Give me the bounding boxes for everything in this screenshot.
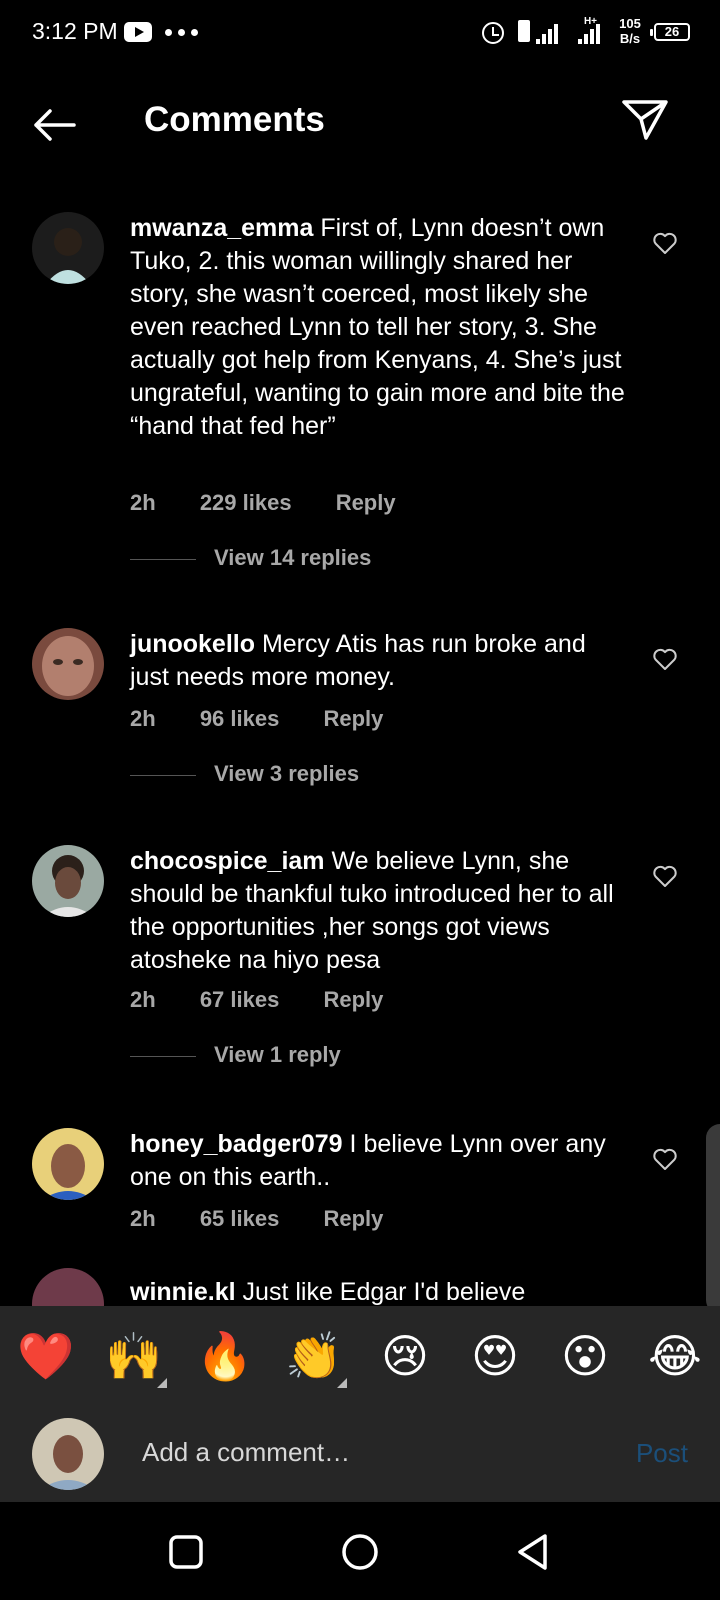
comment-time: 2h xyxy=(130,706,156,731)
page-title: Comments xyxy=(144,100,325,139)
reply-button[interactable]: Reply xyxy=(323,1206,383,1231)
emoji-bar: ❤️ 🙌 🔥 👏 😢 😍 😮 😂 xyxy=(0,1306,720,1404)
comment-meta: 2h 96 likes Reply xyxy=(130,706,421,732)
share-button[interactable] xyxy=(620,96,670,146)
emoji-fire[interactable]: 🔥 xyxy=(196,1328,254,1384)
view-replies-label: View 1 reply xyxy=(214,1042,341,1067)
comment-username[interactable]: winnie.kl xyxy=(130,1278,236,1306)
comment-item-partial: winnie.kl Just like Edgar I'd believe xyxy=(0,1268,720,1308)
comment-likes[interactable]: 96 likes xyxy=(200,706,280,731)
emoji-clapping-hands-glyph: 👏 xyxy=(285,1330,343,1382)
emoji-heart-eyes[interactable]: 😍 xyxy=(466,1328,524,1384)
recents-button[interactable] xyxy=(166,1532,206,1572)
comment-username[interactable]: chocospice_iam xyxy=(130,847,325,875)
signal-icon-1 xyxy=(536,22,564,44)
status-icons: H+ 105 B/s 26 xyxy=(482,16,690,48)
comment-time: 2h xyxy=(130,490,156,515)
vibrate-icon xyxy=(518,20,530,42)
emoji-red-heart[interactable]: ❤️ xyxy=(17,1328,75,1384)
reply-button[interactable]: Reply xyxy=(323,987,383,1012)
comment-text: junookello Mercy Atis has run broke and … xyxy=(130,628,630,694)
replies-divider xyxy=(130,559,196,560)
comment-username[interactable]: honey_badger079 xyxy=(130,1130,343,1158)
back-nav-button[interactable] xyxy=(514,1532,554,1572)
view-replies-label: View 3 replies xyxy=(214,761,360,786)
heart-icon xyxy=(653,648,677,670)
send-icon xyxy=(622,100,668,140)
status-time: 3:12 PM xyxy=(32,18,118,44)
header: Comments xyxy=(0,64,720,180)
view-replies-label: View 14 replies xyxy=(214,545,372,570)
emoji-crying-face[interactable]: 😢 xyxy=(376,1328,434,1384)
like-button[interactable] xyxy=(650,1144,680,1174)
system-nav-bar xyxy=(0,1502,720,1600)
comment-likes[interactable]: 229 likes xyxy=(200,490,292,515)
avatar[interactable] xyxy=(32,1128,104,1200)
emoji-raised-hands[interactable]: 🙌 xyxy=(105,1328,167,1388)
heart-icon xyxy=(653,232,677,254)
arrow-left-icon xyxy=(34,109,76,141)
comment-time: 2h xyxy=(130,1206,156,1231)
square-icon xyxy=(169,1535,203,1569)
emoji-astonished-face[interactable]: 😮 xyxy=(556,1328,614,1384)
back-button[interactable] xyxy=(30,100,80,150)
home-button[interactable] xyxy=(340,1532,380,1572)
avatar[interactable] xyxy=(32,212,104,284)
view-replies-button[interactable]: View 14 replies xyxy=(130,545,530,575)
emoji-tears-of-joy[interactable]: 😂 xyxy=(646,1328,704,1384)
avatar[interactable] xyxy=(32,1268,104,1308)
net-speed: 105 B/s xyxy=(614,16,646,46)
current-user-avatar xyxy=(32,1418,104,1490)
heart-icon xyxy=(653,1148,677,1170)
comment-text: mwanza_emma First of, Lynn doesn’t own T… xyxy=(130,212,630,443)
emoji-clapping-hands[interactable]: 👏 xyxy=(285,1328,347,1388)
avatar[interactable] xyxy=(32,845,104,917)
reply-button[interactable]: Reply xyxy=(336,490,396,515)
comment-message: Just like Edgar I'd believe xyxy=(242,1278,526,1306)
comment-time: 2h xyxy=(130,987,156,1012)
reply-button[interactable]: Reply xyxy=(323,706,383,731)
comment-username[interactable]: mwanza_emma xyxy=(130,214,313,242)
comment-text: chocospice_iam We believe Lynn, she shou… xyxy=(130,845,630,977)
view-replies-button[interactable]: View 3 replies xyxy=(130,761,530,791)
replies-divider xyxy=(130,775,196,776)
comment-username[interactable]: junookello xyxy=(130,630,255,658)
like-button[interactable] xyxy=(650,228,680,258)
comment-message: First of, Lynn doesn’t own Tuko, 2. this… xyxy=(130,214,625,440)
alarm-icon xyxy=(482,22,504,44)
avatar[interactable] xyxy=(32,628,104,700)
status-bar: 3:12 PM H+ 105 B/s 26 xyxy=(0,0,720,64)
comment-text: winnie.kl Just like Edgar I'd believe xyxy=(130,1276,630,1308)
comment-composer: Post xyxy=(0,1404,720,1502)
comment-text: honey_badger079 I believe Lynn over any … xyxy=(130,1128,630,1194)
comment-input[interactable] xyxy=(142,1434,582,1470)
like-button[interactable] xyxy=(650,644,680,674)
battery-icon: 26 xyxy=(650,23,690,41)
youtube-notification-icon xyxy=(124,22,152,42)
replies-divider xyxy=(130,1056,196,1057)
comment-meta: 2h 67 likes Reply xyxy=(130,987,421,1013)
emoji-raised-hands-glyph: 🙌 xyxy=(105,1330,163,1382)
more-notifications-icon xyxy=(165,29,205,37)
net-speed-unit: B/s xyxy=(619,31,641,46)
comment-likes[interactable]: 67 likes xyxy=(200,987,280,1012)
comment-meta: 2h 229 likes Reply xyxy=(130,490,434,516)
triangle-back-icon xyxy=(518,1534,547,1570)
skin-tone-indicator-icon xyxy=(337,1378,347,1388)
signal-icon-2 xyxy=(578,22,606,44)
heart-icon xyxy=(653,865,677,887)
scroll-indicator[interactable] xyxy=(706,1124,720,1314)
like-button[interactable] xyxy=(650,861,680,891)
comment-meta: 2h 65 likes Reply xyxy=(130,1206,421,1232)
circle-icon xyxy=(342,1534,378,1570)
comment-likes[interactable]: 65 likes xyxy=(200,1206,280,1231)
post-button[interactable]: Post xyxy=(636,1438,688,1469)
net-speed-value: 105 xyxy=(619,16,641,31)
skin-tone-indicator-icon xyxy=(157,1378,167,1388)
view-replies-button[interactable]: View 1 reply xyxy=(130,1042,530,1072)
